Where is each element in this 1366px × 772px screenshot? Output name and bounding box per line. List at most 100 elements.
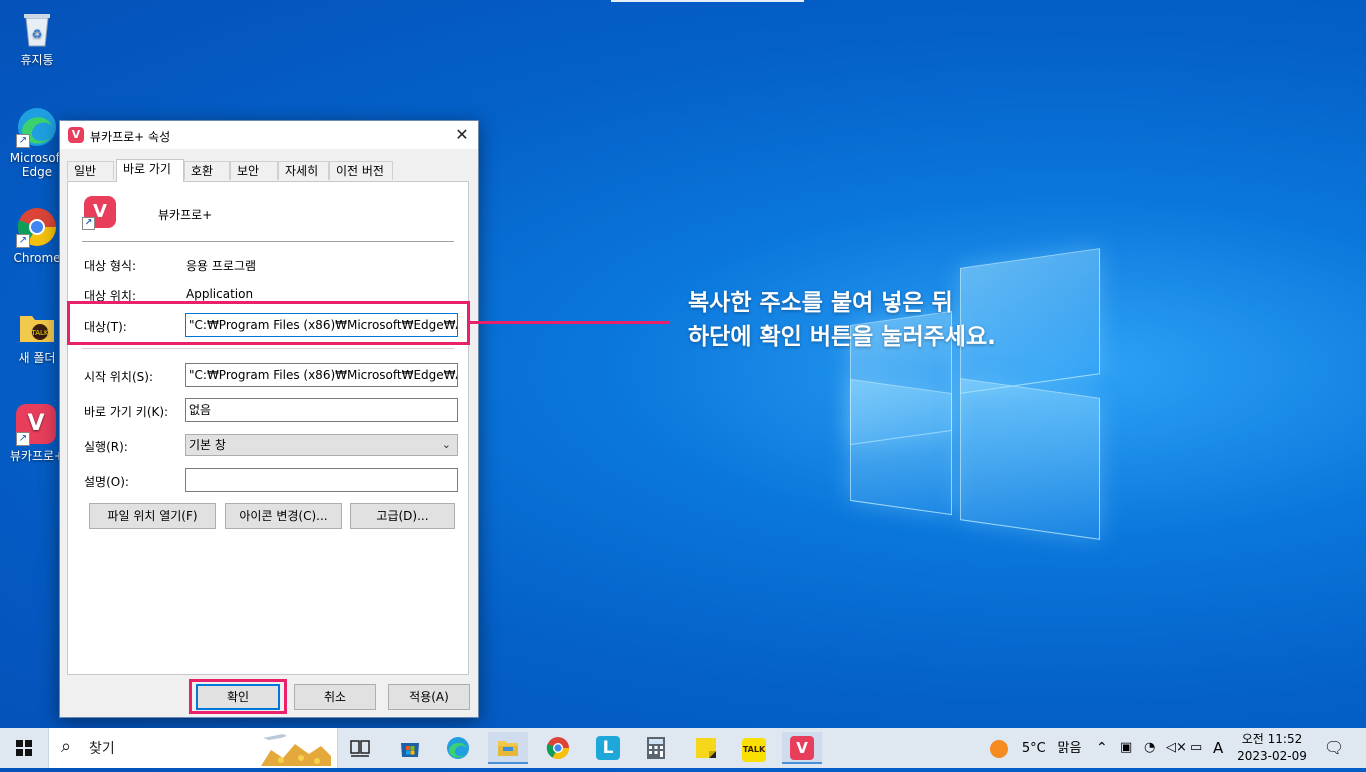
top-edge-bar <box>611 0 804 2</box>
chrome-icon <box>546 737 569 759</box>
calculator-icon <box>647 737 665 759</box>
taskbar-search-box[interactable]: ⌕ 찾기 <box>48 728 338 768</box>
start-in-label: 시작 위치(S): <box>84 370 153 384</box>
file-explorer-icon <box>498 741 518 756</box>
sticky-notes-icon <box>696 738 716 758</box>
close-button[interactable]: ✕ <box>446 121 478 149</box>
network-icon: ◔ <box>1144 740 1156 755</box>
target-location-value: Application <box>186 287 254 301</box>
run-label: 실행(R): <box>84 440 128 454</box>
shortcut-arrow-icon: ↗ <box>16 234 30 248</box>
vcapro-app-icon: V ↗ <box>16 404 58 446</box>
task-view-icon <box>350 740 370 757</box>
clock-date: 2023-02-09 <box>1237 749 1307 763</box>
callout-line-1: 복사한 주소를 붙여 넣은 뒤 <box>688 290 953 316</box>
dialog-title: 뷰카프로+ 속성 <box>90 130 171 144</box>
notification-icon: 🗨 <box>1323 738 1345 757</box>
tab-shortcut[interactable]: 바로 가기 <box>116 159 184 182</box>
taskbar: ⌕ 찾기 L TALK V 5°C 맑음 ⌃ ▣ ◔ ◁× ▭ A 오전 11:… <box>0 728 1366 768</box>
camera-icon: ▣ <box>1120 740 1133 755</box>
tray-meet-button[interactable]: ▣ <box>1120 728 1132 768</box>
taskbar-kakaotalk[interactable]: TALK <box>734 732 774 764</box>
comment-input[interactable] <box>185 468 458 492</box>
battery-icon: ▭ <box>1190 740 1203 755</box>
vcapro-title-icon: V <box>68 127 84 143</box>
microsoft-store-icon <box>401 743 419 757</box>
desktop-icon-label: Microsoft Edge <box>9 151 65 179</box>
taskbar-chrome[interactable] <box>538 732 578 764</box>
edge-icon: ↗ <box>16 106 58 148</box>
change-icon-button[interactable]: 아이콘 변경(C)... <box>225 503 342 529</box>
taskbar-clock[interactable]: 오전 11:52 2023-02-09 <box>1236 731 1308 765</box>
edge-icon <box>447 737 469 759</box>
search-highlight-illustration <box>261 734 331 766</box>
app-name: 뷰카프로+ <box>158 208 213 222</box>
desktop-icon-label: 새 폴더 <box>18 351 56 365</box>
shortcut-arrow-icon: ↗ <box>16 134 30 148</box>
tab-compatibility[interactable]: 호환성 <box>184 161 230 196</box>
apply-button[interactable]: 적용(A) <box>388 684 470 710</box>
search-placeholder: 찾기 <box>89 741 115 757</box>
callout-connector-line <box>470 321 670 324</box>
vcapro-app-icon: V ↗ <box>82 196 116 230</box>
dialog-titlebar[interactable]: V 뷰카프로+ 속성 ✕ <box>60 121 478 149</box>
desktop-icon-recycle-bin[interactable]: ♻ 휴지통 <box>6 8 68 67</box>
vcapro-app-icon: V <box>790 736 814 760</box>
weather-temperature: 5°C <box>1021 741 1046 756</box>
tab-general[interactable]: 일반 <box>67 161 114 180</box>
tab-previous-versions[interactable]: 이전 버전 <box>329 161 393 180</box>
start-button[interactable] <box>4 732 44 764</box>
weather-widget[interactable]: 5°C 맑음 <box>990 728 1081 768</box>
notification-button[interactable]: 🗨 <box>1322 728 1346 768</box>
desktop-icon-label: 휴지통 <box>20 53 54 67</box>
taskbar-sticky-notes[interactable] <box>686 732 726 764</box>
taskbar-calculator[interactable] <box>636 732 676 764</box>
run-select-value: 기본 창 <box>189 438 226 452</box>
target-type-label: 대상 형식: <box>84 259 137 273</box>
taskbar-vcapro[interactable]: V <box>782 732 822 764</box>
target-type-value: 응용 프로그램 <box>186 259 257 273</box>
desktop-icon-label: 뷰카프로+ <box>9 449 65 463</box>
taskbar-file-explorer[interactable] <box>488 732 528 764</box>
clock-time: 오전 11:52 <box>1241 732 1303 746</box>
weather-description: 맑음 <box>1057 741 1082 756</box>
shortcut-tab-panel: V ↗ 뷰카프로+ 대상 형식: 응용 프로그램 대상 위치: Applicati… <box>67 181 469 675</box>
kakaotalk-icon: TALK <box>742 738 766 762</box>
input-method-indicator[interactable]: A <box>1213 728 1223 768</box>
tab-security[interactable]: 보안 <box>230 161 278 180</box>
svg-text:TALK: TALK <box>30 329 48 337</box>
run-select[interactable]: 기본 창 ⌄ <box>185 434 458 456</box>
comment-label: 설명(O): <box>84 475 129 489</box>
tray-battery-button[interactable]: ▭ <box>1190 728 1202 768</box>
start-in-input[interactable]: "C:₩Program Files (x86)₩Microsoft₩Edge₩A… <box>185 363 458 387</box>
shortcut-key-input[interactable]: 없음 <box>185 398 458 422</box>
volume-muted-icon: ◁× <box>1166 740 1187 755</box>
taskbar-store[interactable] <box>390 732 430 764</box>
tray-network-button[interactable]: ◔ <box>1144 728 1155 768</box>
target-field-highlight <box>67 301 470 345</box>
tray-overflow-button[interactable]: ⌃ <box>1096 728 1108 768</box>
tab-details[interactable]: 자세히 <box>278 161 329 180</box>
instruction-callout: 복사한 주소를 붙여 넣은 뒤 하단에 확인 버튼을 눌러주세요. <box>688 286 996 354</box>
shortcut-key-label: 바로 가기 키(K): <box>84 405 169 419</box>
cancel-button[interactable]: 취소 <box>294 684 376 710</box>
shortcut-arrow-icon: ↗ <box>16 432 30 446</box>
desktop-icon-label: Chrome <box>13 251 61 265</box>
advanced-button[interactable]: 고급(D)... <box>350 503 455 529</box>
search-icon: ⌕ <box>61 736 72 757</box>
close-icon: ✕ <box>455 125 469 144</box>
ok-button-highlight <box>189 679 287 714</box>
properties-dialog: V 뷰카프로+ 속성 ✕ 일반 바로 가기 호환성 보안 자세히 이전 버전 V… <box>59 120 479 718</box>
taskbar-edge[interactable] <box>438 732 478 764</box>
svg-text:♻: ♻ <box>32 27 43 41</box>
windows-start-icon <box>16 740 32 756</box>
folder-icon: TALK <box>16 306 58 348</box>
l-app-icon: L <box>596 736 620 760</box>
divider <box>82 241 454 242</box>
open-file-location-button[interactable]: 파일 위치 열기(F) <box>89 503 216 529</box>
task-view-button[interactable] <box>340 732 380 764</box>
taskbar-l-app[interactable]: L <box>588 732 628 764</box>
tray-volume-button[interactable]: ◁× <box>1166 728 1187 768</box>
shortcut-arrow-icon: ↗ <box>82 217 95 230</box>
chrome-icon: ↗ <box>16 206 58 248</box>
